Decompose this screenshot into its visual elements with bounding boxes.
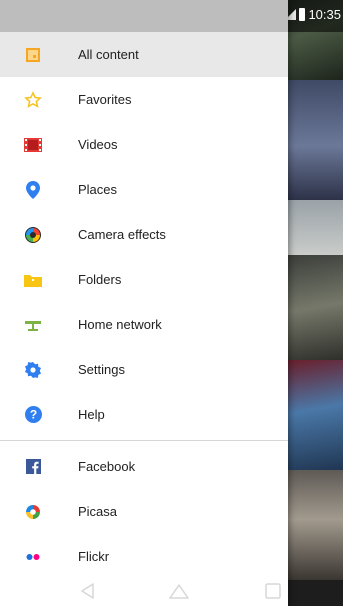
home-icon[interactable] bbox=[168, 580, 190, 602]
menu-item-folders[interactable]: Folders bbox=[0, 257, 288, 302]
help-icon: ? bbox=[24, 406, 42, 424]
menu-item-label: Favorites bbox=[78, 92, 132, 107]
menu-item-picasa[interactable]: Picasa bbox=[0, 489, 288, 534]
menu-item-label: Picasa bbox=[78, 504, 118, 519]
menu-item-camera-effects[interactable]: Camera effects bbox=[0, 212, 288, 257]
menu-item-videos[interactable]: Videos bbox=[0, 122, 288, 167]
menu-item-help[interactable]: ? Help bbox=[0, 392, 288, 437]
menu-item-flickr[interactable]: Flickr bbox=[0, 534, 288, 579]
menu-item-label: Folders bbox=[78, 272, 122, 287]
photo-thumbnail[interactable] bbox=[288, 200, 343, 255]
menu-item-label: Places bbox=[78, 182, 118, 197]
home-network-icon bbox=[24, 316, 42, 334]
gear-icon bbox=[24, 361, 42, 379]
camera-effects-icon bbox=[24, 226, 42, 244]
menu-item-label: Videos bbox=[78, 137, 118, 152]
menu-item-all-content[interactable]: All content bbox=[0, 32, 288, 77]
menu-divider bbox=[0, 440, 288, 441]
status-clock: 10:35 bbox=[308, 7, 341, 22]
battery-icon bbox=[299, 8, 306, 21]
photo-thumbnail[interactable] bbox=[288, 470, 343, 580]
folder-icon bbox=[24, 271, 42, 289]
picasa-icon bbox=[24, 503, 42, 521]
drawer-menu: All content Favorites Videos Places Came… bbox=[0, 32, 288, 579]
menu-item-label: Flickr bbox=[78, 549, 110, 564]
back-icon[interactable] bbox=[77, 580, 99, 602]
menu-item-label: Help bbox=[78, 407, 105, 422]
facebook-icon bbox=[24, 458, 42, 476]
menu-item-settings[interactable]: Settings bbox=[0, 347, 288, 392]
menu-item-label: Home network bbox=[78, 317, 162, 332]
navigation-drawer: All content Favorites Videos Places Came… bbox=[0, 0, 288, 606]
photo-thumbnail[interactable] bbox=[288, 360, 343, 470]
film-icon bbox=[24, 136, 42, 154]
flickr-icon bbox=[24, 548, 42, 566]
star-icon bbox=[24, 90, 42, 109]
svg-text:?: ? bbox=[29, 408, 36, 422]
menu-item-label: Settings bbox=[78, 362, 125, 377]
system-navigation-bar bbox=[0, 576, 343, 606]
photo-thumbnail[interactable] bbox=[288, 80, 343, 200]
drawer-status-bar bbox=[0, 0, 288, 32]
menu-item-favorites[interactable]: Favorites bbox=[0, 77, 288, 122]
status-bar: 10:35 bbox=[285, 0, 343, 32]
menu-item-label: Camera effects bbox=[78, 227, 166, 242]
map-pin-icon bbox=[24, 180, 42, 199]
menu-item-home-network[interactable]: Home network bbox=[0, 302, 288, 347]
photo-thumbnail[interactable] bbox=[288, 255, 343, 360]
photo-gallery-background bbox=[288, 0, 343, 606]
menu-item-label: All content bbox=[78, 47, 139, 62]
menu-item-facebook[interactable]: Facebook bbox=[0, 444, 288, 489]
menu-item-label: Facebook bbox=[78, 459, 136, 474]
recent-apps-icon[interactable] bbox=[262, 580, 284, 602]
all-content-icon bbox=[24, 46, 42, 64]
menu-item-places[interactable]: Places bbox=[0, 167, 288, 212]
